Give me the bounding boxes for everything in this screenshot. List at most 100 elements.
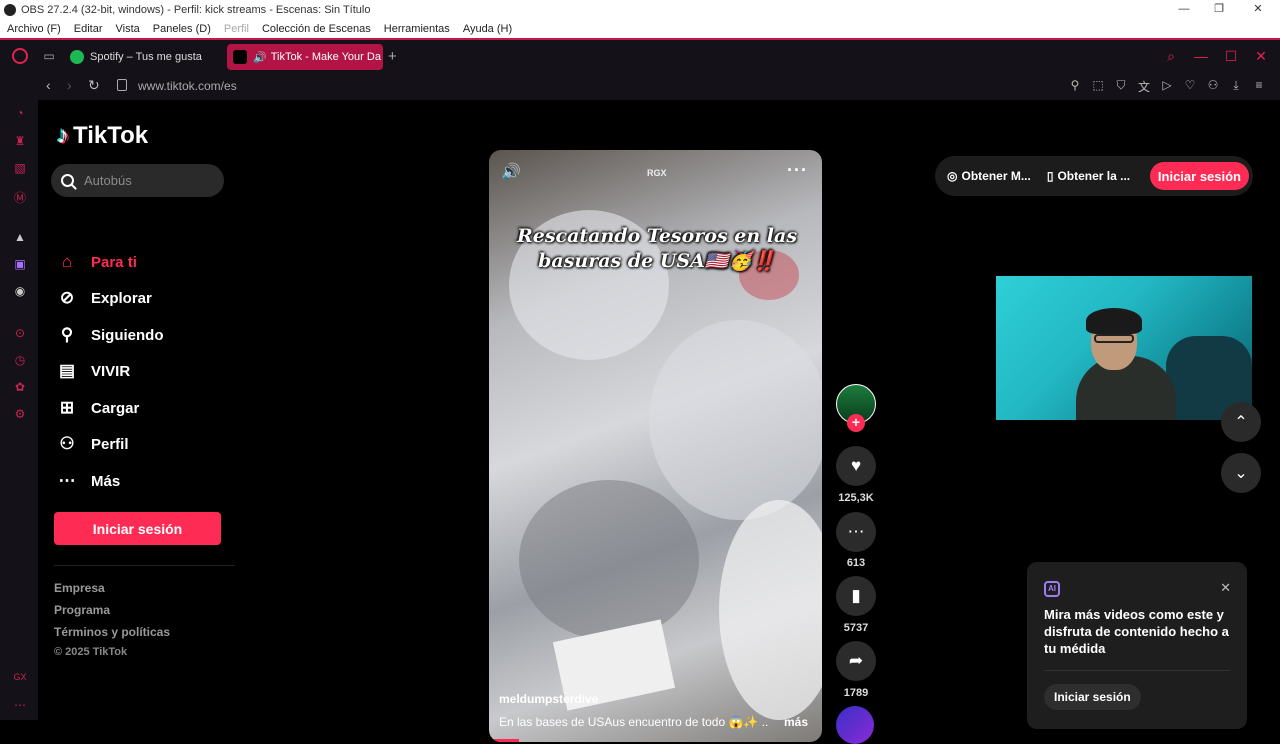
menu-ayuda[interactable]: Ayuda (H)	[463, 23, 512, 35]
nav-para-ti[interactable]: ⌂ Para ti	[56, 248, 137, 276]
close-button[interactable]: ✕	[1240, 0, 1276, 19]
top-login-button[interactable]: Iniciar sesión	[1149, 162, 1249, 190]
menu-paneles[interactable]: Paneles (D)	[153, 23, 211, 35]
reload-icon[interactable]: ↻	[88, 77, 100, 94]
video-author[interactable]: meldumpsterdive	[499, 692, 598, 706]
nav-vivir[interactable]: ▤ VIVIR	[56, 357, 130, 385]
search-input[interactable]	[84, 173, 204, 188]
back-icon[interactable]: ‹	[46, 77, 51, 93]
tiktok-page: ♪ TikTok ⌂ Para ti ⊘ Explorar ⚲ Siguiend…	[38, 100, 1280, 744]
tab-bar: ▭ Spotify – Tus me gusta 🔊 TikTok - Make…	[0, 38, 1280, 72]
menu-icon[interactable]: ≡	[1252, 78, 1266, 95]
menu-archivo[interactable]: Archivo (F)	[7, 23, 61, 35]
tab-island-icon[interactable]: ▭	[42, 49, 56, 63]
kick-icon[interactable]: ▲	[12, 230, 28, 246]
menu-herramientas[interactable]: Herramientas	[384, 23, 450, 35]
close-icon[interactable]: ✕	[1220, 580, 1231, 596]
minimize-icon[interactable]: —	[1192, 48, 1210, 65]
speed-icon[interactable]: ◔	[12, 106, 28, 122]
divider	[54, 565, 235, 566]
divider	[1044, 670, 1230, 671]
footer-programa[interactable]: Programa	[54, 603, 110, 617]
opera-menu-icon[interactable]	[12, 48, 28, 64]
get-app-link[interactable]: ▯ Obtener la ...	[1047, 169, 1130, 183]
like-count: 125,3K	[838, 492, 874, 504]
menu-coleccion[interactable]: Colección de Escenas	[262, 23, 371, 35]
maximize-icon[interactable]: ☐	[1222, 48, 1240, 65]
tab-tiktok[interactable]: 🔊 TikTok - Make Your Da	[227, 44, 383, 70]
next-video-button[interactable]: ⌄	[1221, 453, 1261, 493]
music-disc-avatar[interactable]	[836, 706, 874, 744]
share-icon: ➦	[848, 651, 864, 670]
obs-titlebar: OBS 27.2.4 (32-bit, windows) - Perfil: k…	[0, 0, 1280, 19]
sidebar-more-icon[interactable]: ⋯	[12, 698, 28, 714]
nav-label: Perfil	[91, 435, 129, 453]
video-frame	[519, 480, 699, 640]
url-field[interactable]: www.tiktok.com/es	[138, 79, 237, 93]
heart-icon[interactable]: ♡	[1183, 78, 1197, 95]
share-button[interactable]: ➦	[836, 641, 876, 681]
new-tab-icon[interactable]: +	[388, 48, 397, 65]
ai-recommendation-popup: AI ✕ Mira más videos como este y disfrut…	[1027, 562, 1247, 729]
volume-icon[interactable]: 🔊	[501, 162, 521, 182]
obs-logo-icon	[4, 3, 16, 16]
forward-icon[interactable]: ›	[67, 77, 72, 93]
video-progress[interactable]	[489, 739, 519, 742]
menu-vista[interactable]: Vista	[116, 23, 140, 35]
popup-text: Mira más videos como este y disfruta de …	[1044, 607, 1229, 656]
save-button[interactable]: ▮	[836, 576, 876, 616]
history-icon[interactable]: ◷	[12, 353, 28, 369]
nav-explorar[interactable]: ⊘ Explorar	[56, 284, 152, 312]
extensions-icon[interactable]: ✿	[12, 380, 28, 396]
gx-logo-icon[interactable]: GX	[12, 672, 28, 688]
tiktok-note-icon: ♪	[57, 122, 69, 149]
download-icon[interactable]: ⤓	[1229, 78, 1243, 95]
nav-mas[interactable]: ⋯ Más	[56, 467, 121, 495]
player-icon[interactable]: ⊙	[12, 326, 28, 342]
tiktok-logo[interactable]: ♪ TikTok	[57, 122, 148, 150]
get-coins-link[interactable]: ◎ Obtener M...	[947, 169, 1031, 183]
pin-icon[interactable]: ⚲	[1068, 78, 1082, 95]
cleaner-icon[interactable]: ▧	[12, 161, 28, 177]
shield-icon[interactable]: ⛉	[1114, 78, 1128, 95]
gx-corner-icon[interactable]: ♜	[12, 134, 28, 150]
like-button[interactable]: ♥	[836, 446, 876, 486]
play-icon[interactable]: ▷	[1160, 78, 1174, 95]
follow-plus-icon[interactable]: +	[847, 414, 865, 432]
webcam-overlay	[996, 276, 1252, 420]
nav-siguiendo[interactable]: ⚲ Siguiendo	[56, 321, 164, 349]
close-icon[interactable]: ✕	[1252, 48, 1270, 65]
twitch-icon[interactable]: ▣	[12, 257, 28, 273]
upload-icon: ⊞	[59, 398, 75, 417]
compass-icon: ⊘	[59, 288, 75, 307]
mix-icon[interactable]: Ⓜ	[12, 189, 28, 205]
comment-button[interactable]: ⋯	[836, 512, 876, 552]
speaker-icon[interactable]: 🔊	[253, 51, 267, 64]
menu-editar[interactable]: Editar	[74, 23, 103, 35]
video-more-icon[interactable]: ···	[787, 160, 808, 181]
discord-icon[interactable]: ◉	[12, 284, 28, 300]
login-button[interactable]: Iniciar sesión	[54, 512, 221, 545]
footer-empresa[interactable]: Empresa	[54, 581, 105, 595]
popup-login-button[interactable]: Iniciar sesión	[1044, 684, 1141, 710]
footer-terminos[interactable]: Términos y políticas	[54, 625, 170, 639]
nav-label: Para ti	[91, 253, 137, 271]
tab-spotify[interactable]: Spotify – Tus me gusta	[64, 44, 220, 70]
settings-icon[interactable]: ⚙	[12, 407, 28, 423]
address-bar: ‹ › ↻ www.tiktok.com/es ⚲ ⬚ ⛉ 文 ▷ ♡ ⚇ ⤓ …	[0, 72, 1280, 100]
menu-perfil[interactable]: Perfil	[224, 23, 249, 35]
account-icon[interactable]: ⚇	[1206, 78, 1220, 95]
previous-video-button[interactable]: ⌃	[1221, 402, 1261, 442]
restore-button[interactable]: ❐	[1201, 0, 1237, 19]
nav-perfil[interactable]: ⚇ Perfil	[56, 430, 129, 458]
translate-icon[interactable]: 文	[1137, 78, 1151, 95]
video-more-link[interactable]: más	[784, 715, 808, 729]
snapshot-icon[interactable]: ⬚	[1091, 78, 1105, 95]
lock-icon	[117, 79, 127, 91]
minimize-button[interactable]: —	[1166, 0, 1202, 19]
video-player[interactable]: 🔊 RGX ··· Rescatando Tesoros en las basu…	[489, 150, 822, 742]
search-tabs-icon[interactable]: ⌕	[1162, 48, 1180, 65]
nav-cargar[interactable]: ⊞ Cargar	[56, 394, 139, 422]
search-box[interactable]	[51, 164, 224, 197]
home-icon: ⌂	[61, 252, 73, 271]
